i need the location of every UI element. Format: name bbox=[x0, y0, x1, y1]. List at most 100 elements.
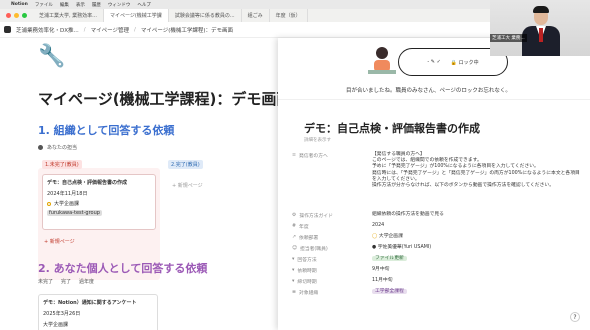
menu-file[interactable]: ファイル bbox=[35, 2, 53, 8]
owner-label: あなたの担当 bbox=[47, 145, 78, 151]
property-value[interactable]: ◯ 大学企画課 bbox=[372, 234, 582, 240]
webcam-label: 芝浦工大 業務... bbox=[490, 34, 527, 42]
property-value[interactable]: 組織依頼の操作方法を動画で見る bbox=[372, 212, 582, 218]
owner-filter[interactable]: あなたの担当 bbox=[38, 144, 77, 151]
workspace-icon bbox=[4, 26, 11, 33]
property-row: # 年度 2024 bbox=[292, 223, 582, 234]
banner-note: 目が合いましたね。職員のみなさん、ページのロックお忘れなく。 bbox=[346, 88, 511, 94]
personal-request-card[interactable]: デモ：Notion）通知に関するアンケート 2025年3月26日 大学企画課 bbox=[38, 294, 158, 330]
minimize-window-button[interactable] bbox=[14, 13, 19, 18]
menu-edit[interactable]: 編集 bbox=[60, 2, 69, 8]
property-value-text: 大学企画課 bbox=[378, 234, 403, 239]
close-window-button[interactable] bbox=[6, 13, 11, 18]
help-button[interactable]: ? bbox=[570, 312, 580, 322]
menu-help[interactable]: ヘルプ bbox=[137, 2, 151, 8]
property-row: ≣ 対象組織 工学部全課程 bbox=[292, 289, 582, 300]
breadcrumb-separator: / bbox=[83, 26, 86, 33]
card-date: 2025年3月26日 bbox=[43, 311, 81, 317]
property-key: 依頼時期 bbox=[297, 269, 317, 274]
filter-past-year[interactable]: 過年度 bbox=[79, 278, 94, 285]
presenter-hair bbox=[533, 6, 549, 13]
relation-icon: ↗ bbox=[292, 235, 297, 240]
section-org-requests: 1. 組織として回答する依頼 bbox=[38, 124, 175, 137]
side-peek-panel: - ✎ ✓ 🔒 ロック中 目が合いましたね。職員のみなさん、ページのロックお忘れ… bbox=[278, 38, 590, 330]
breadcrumb-mypage-admin[interactable]: マイページ管理 bbox=[91, 26, 129, 34]
tab-0[interactable]: 芝浦工業大学, 業務効率... bbox=[33, 9, 104, 22]
property-value[interactable]: ファイル更新 bbox=[372, 256, 582, 262]
main-page: 🔧 マイページ(機械工学課程)：デモ画面 1. 組織として回答する依頼 あなたの… bbox=[0, 38, 278, 330]
property-key: 依頼部署 bbox=[299, 236, 319, 241]
breadcrumb-current-page[interactable]: マイページ(機械工学課程)：デモ画面 bbox=[141, 26, 233, 34]
dept-icon: ◯ bbox=[372, 234, 379, 239]
select-tag: ファイル更新 bbox=[372, 256, 407, 261]
property-key: 操作方法ガイド bbox=[299, 214, 333, 219]
property-row: ☺ 担当者(職員) ● 宇佐美優華(Yuri USAMI) bbox=[292, 245, 582, 256]
card-date: 2024年11月18日 bbox=[47, 191, 88, 197]
select-icon: ▾ bbox=[292, 279, 295, 284]
zoom-window-button[interactable] bbox=[22, 13, 27, 18]
property-row: ≡ 発信者の方へ 【発信する職員の方へ】 このページでは、組織間での依頼を作成でき… bbox=[292, 152, 582, 212]
person-icon bbox=[38, 145, 43, 150]
property-value-text: 宇佐美優華(Yuri USAMI) bbox=[377, 245, 432, 250]
property-key: 担当者(職員) bbox=[300, 247, 328, 252]
lock-on-toggle[interactable]: 🔒 ロック中 bbox=[451, 59, 479, 66]
menu-app[interactable]: Notion bbox=[11, 2, 28, 7]
select-icon: ▾ bbox=[292, 257, 295, 262]
tab-3[interactable]: 組ごみ bbox=[242, 9, 270, 22]
property-value[interactable]: 2024 bbox=[372, 223, 582, 229]
breadcrumb-workspace[interactable]: 芝浦業務効率化・DX推... bbox=[16, 26, 79, 34]
property-key: 年度 bbox=[299, 225, 309, 230]
webcam-overlay: 芝浦工大 業務... bbox=[490, 0, 590, 56]
lock-off-toggle[interactable]: - ✎ ✓ bbox=[427, 59, 440, 65]
tab-1[interactable]: マイページ(機械工学課 bbox=[103, 9, 169, 22]
person-icon: ☺ bbox=[292, 246, 298, 251]
card-title: デモ：自己点検・評価報告書の作成 bbox=[47, 180, 128, 186]
tab-label: 試験会議等に係る教員の... bbox=[174, 13, 235, 19]
property-value[interactable]: 【発信する職員の方へ】 このページでは、組織間での依頼を作成できます。 予めに「… bbox=[372, 152, 582, 189]
link-icon: ⚙ bbox=[292, 213, 297, 218]
property-value[interactable]: ● 宇佐美優華(Yuri USAMI) bbox=[372, 245, 582, 251]
page-title: マイページ(機械工学課程)：デモ画面 bbox=[38, 90, 278, 108]
filter-complete[interactable]: 完了 bbox=[61, 278, 71, 285]
tab-label: 芝浦工業大学, 業務効率... bbox=[39, 13, 97, 19]
property-value[interactable]: 工学部全課程 bbox=[372, 289, 582, 295]
filter-incomplete[interactable]: 未完了 bbox=[38, 278, 53, 285]
tab-label: 組ごみ bbox=[247, 13, 263, 19]
tab-4[interactable]: 年度（仮） bbox=[270, 9, 308, 22]
column-header-incomplete: 1.未完了(教員) bbox=[42, 160, 82, 169]
property-row: ▾ 締切時期 11月中旬 bbox=[292, 278, 582, 289]
tab-label: マイページ(機械工学課 bbox=[109, 13, 162, 19]
property-key: 回答方法 bbox=[297, 258, 317, 263]
show-details-link[interactable]: 詳細を表示す bbox=[304, 137, 331, 143]
peek-page-title: デモ：自己点検・評価報告書の作成 bbox=[304, 122, 480, 135]
select-icon: ▾ bbox=[292, 268, 295, 273]
property-row: ▾ 依頼時期 9月中旬 bbox=[292, 267, 582, 278]
menu-window[interactable]: ウィンドウ bbox=[108, 2, 131, 8]
property-key: 発信者の方へ bbox=[299, 154, 328, 159]
section-personal-requests: 2. あなた個人として回答する依頼 bbox=[38, 262, 208, 275]
property-value[interactable]: 9月中旬 bbox=[372, 267, 582, 273]
tab-2[interactable]: 試験会議等に係る教員の... bbox=[169, 9, 242, 22]
property-row: ▾ 回答方法 ファイル更新 bbox=[292, 256, 582, 267]
request-card[interactable]: デモ：自己点検・評価報告書の作成 2024年11月18日 大学企画課 furuk… bbox=[42, 174, 156, 230]
column-header-complete: 2.完了(教員) bbox=[168, 160, 203, 169]
window-controls bbox=[0, 13, 33, 18]
menu-view[interactable]: 表示 bbox=[76, 2, 85, 8]
property-value[interactable]: 11月中旬 bbox=[372, 278, 582, 284]
presenter-tie bbox=[539, 28, 543, 42]
wrench-icon: 🔧 bbox=[38, 44, 66, 69]
card-dept: 大学企画課 bbox=[54, 201, 80, 207]
card-dept: 大学企画課 bbox=[43, 322, 69, 328]
property-key: 対象組織 bbox=[299, 291, 319, 296]
menu-history[interactable]: 履歴 bbox=[92, 2, 101, 8]
number-icon: # bbox=[292, 224, 297, 229]
property-row: ⚙ 操作方法ガイド 組織依頼の操作方法を動画で見る bbox=[292, 212, 582, 223]
new-page-button[interactable]: + 新規ページ bbox=[44, 238, 75, 245]
view-tabs: 未完了 完了 過年度 bbox=[38, 278, 94, 285]
person-at-laptop-icon bbox=[368, 47, 396, 74]
new-page-button-complete[interactable]: + 新規ページ bbox=[172, 182, 203, 189]
multiselect-icon: ≣ bbox=[292, 290, 297, 295]
text-icon: ≡ bbox=[292, 153, 297, 158]
tab-label: 年度（仮） bbox=[275, 13, 301, 19]
card-group: furukawa-test-group bbox=[47, 210, 102, 216]
